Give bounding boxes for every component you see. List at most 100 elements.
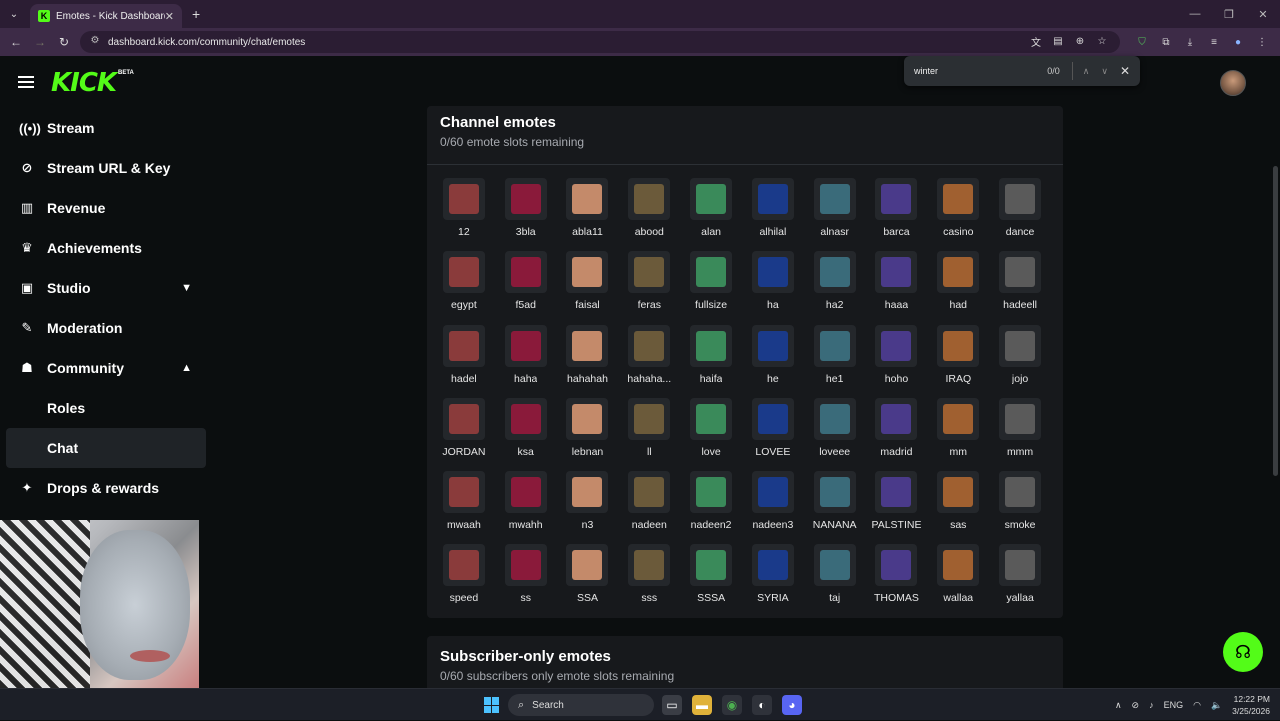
emote-thumbnail[interactable] [566, 178, 609, 220]
emote-thumbnail[interactable] [875, 324, 918, 367]
emote-item[interactable]: n3 [557, 467, 619, 540]
file-explorer-icon[interactable]: ▬ [692, 695, 712, 715]
emote-thumbnail[interactable] [999, 397, 1042, 440]
emote-thumbnail[interactable] [937, 397, 980, 440]
emote-item[interactable]: LOVEE [742, 394, 804, 467]
emote-item[interactable]: JORDAN [433, 394, 495, 467]
emote-thumbnail[interactable] [566, 397, 609, 440]
forward-icon[interactable]: → [28, 35, 52, 49]
emote-thumbnail[interactable] [690, 471, 733, 514]
sidebar-item-stream-url-key[interactable]: ⊘ Stream URL & Key [6, 148, 206, 188]
new-tab-button[interactable]: + [192, 6, 200, 22]
emote-thumbnail[interactable] [504, 178, 547, 220]
emote-thumbnail[interactable] [566, 544, 609, 587]
emote-thumbnail[interactable] [813, 178, 856, 220]
emote-item[interactable]: abla11 [557, 174, 619, 247]
discord-icon[interactable]: ◕ [782, 695, 802, 715]
find-close-icon[interactable]: ✕ [1120, 64, 1130, 78]
emote-item[interactable]: mwahh [495, 467, 557, 540]
emote-item[interactable]: ll [618, 394, 680, 467]
emote-item[interactable]: THOMAS [866, 540, 928, 613]
emote-thumbnail[interactable] [875, 397, 918, 440]
wifi-icon[interactable]: ◠ [1193, 700, 1201, 711]
emote-item[interactable]: 12 [433, 174, 495, 247]
emote-item[interactable]: hahahah [557, 321, 619, 394]
emote-thumbnail[interactable] [566, 251, 609, 294]
language-indicator[interactable]: ENG [1164, 700, 1184, 710]
emote-item[interactable]: hahaha... [618, 321, 680, 394]
translate-icon[interactable]: 文 [1028, 33, 1044, 49]
emote-item[interactable]: ha2 [804, 247, 866, 320]
emote-item[interactable]: love [680, 394, 742, 467]
emote-item[interactable]: loveee [804, 394, 866, 467]
close-window-icon[interactable]: ✕ [1246, 8, 1280, 21]
emote-item[interactable]: nadeen2 [680, 467, 742, 540]
emote-thumbnail[interactable] [751, 397, 794, 440]
emote-item[interactable]: had [927, 247, 989, 320]
emote-thumbnail[interactable] [751, 251, 794, 294]
emote-thumbnail[interactable] [751, 178, 794, 220]
emote-item[interactable]: NANANA [804, 467, 866, 540]
emote-thumbnail[interactable] [628, 251, 671, 294]
browser-menu-icon[interactable]: ⋮ [1254, 34, 1270, 50]
emote-item[interactable]: f5ad [495, 247, 557, 320]
user-avatar[interactable] [1220, 70, 1246, 96]
emote-item[interactable]: fullsize [680, 247, 742, 320]
windows-start-icon[interactable] [484, 697, 500, 713]
emote-item[interactable]: he1 [804, 321, 866, 394]
emote-thumbnail[interactable] [999, 324, 1042, 367]
emote-thumbnail[interactable] [751, 324, 794, 367]
network-off-icon[interactable]: ⊘ [1132, 700, 1140, 711]
emote-item[interactable]: haifa [680, 321, 742, 394]
task-view-icon[interactable]: ▭ [662, 695, 682, 715]
emote-thumbnail[interactable] [813, 397, 856, 440]
restore-icon[interactable]: ❐ [1212, 8, 1246, 21]
emote-thumbnail[interactable] [999, 178, 1042, 220]
sidebar-item-revenue[interactable]: ▥ Revenue [6, 188, 206, 228]
sidebar-item-studio[interactable]: ▣ Studio ▼ [6, 268, 206, 308]
emote-item[interactable]: smoke [989, 467, 1051, 540]
emote-item[interactable]: sss [618, 540, 680, 613]
emote-item[interactable]: mwaah [433, 467, 495, 540]
find-next-icon[interactable]: ∨ [1101, 66, 1108, 77]
emote-item[interactable]: alan [680, 174, 742, 247]
kick-logo[interactable]: KICK [51, 68, 117, 98]
sidebar-item-achievements[interactable]: ♛ Achievements [6, 228, 206, 268]
emote-item[interactable]: nadeen [618, 467, 680, 540]
emote-item[interactable]: mmm [989, 394, 1051, 467]
shield-extension-icon[interactable]: ⛉ [1134, 34, 1150, 50]
reload-icon[interactable]: ↻ [52, 35, 76, 49]
emote-thumbnail[interactable] [442, 544, 485, 587]
sidebar-item-roles[interactable]: Roles [6, 388, 206, 428]
emote-item[interactable]: faisal [557, 247, 619, 320]
app-icon[interactable]: ◐ [752, 695, 772, 715]
emote-item[interactable]: sas [927, 467, 989, 540]
close-tab-icon[interactable]: ✕ [165, 10, 174, 23]
find-previous-icon[interactable]: ∧ [1083, 66, 1090, 77]
sidebar-item-drops-rewards[interactable]: ✦ Drops & rewards [6, 468, 206, 508]
profile-extension-icon[interactable]: ● [1230, 34, 1246, 50]
emote-thumbnail[interactable] [751, 544, 794, 587]
page-scrollbar[interactable] [1273, 166, 1278, 476]
emote-thumbnail[interactable] [937, 324, 980, 367]
sidebar-item-community[interactable]: ☗ Community ▲ [6, 348, 206, 388]
emote-item[interactable]: he [742, 321, 804, 394]
minimize-icon[interactable]: — [1178, 8, 1212, 20]
media-icon[interactable]: ≡ [1206, 34, 1222, 50]
emote-thumbnail[interactable] [566, 471, 609, 514]
emote-thumbnail[interactable] [504, 251, 547, 294]
support-headset-button[interactable]: ☊ [1223, 632, 1263, 672]
emote-item[interactable]: IRAQ [927, 321, 989, 394]
emote-thumbnail[interactable] [875, 471, 918, 514]
emote-item[interactable]: haha [495, 321, 557, 394]
emote-thumbnail[interactable] [690, 178, 733, 220]
emote-thumbnail[interactable] [442, 324, 485, 367]
emote-item[interactable]: casino [927, 174, 989, 247]
chevron-up-icon[interactable]: ▲ [181, 362, 192, 374]
emote-thumbnail[interactable] [999, 251, 1042, 294]
emote-item[interactable]: egypt [433, 247, 495, 320]
emote-item[interactable]: wallaa [927, 540, 989, 613]
emote-item[interactable]: SYRIA [742, 540, 804, 613]
emote-thumbnail[interactable] [875, 251, 918, 294]
clock[interactable]: 12:22 PM 3/25/2026 [1232, 693, 1270, 717]
